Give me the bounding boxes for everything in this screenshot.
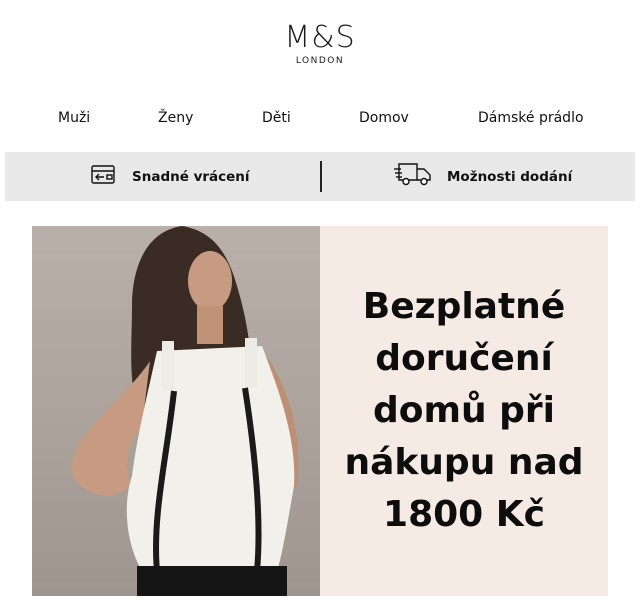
hero-headline: Bezplatné doručení domů při nákupu nad 1… (324, 281, 604, 541)
nav-item-damske-pradlo[interactable]: Dámské prádlo (478, 110, 584, 126)
hero-headline-line: nákupu nad (344, 442, 584, 483)
main-nav: Muži Ženy Děti Domov Dámské prádlo (0, 110, 640, 130)
nav-item-domov[interactable]: Domov (359, 110, 409, 126)
nav-item-deti[interactable]: Děti (262, 110, 291, 126)
service-divider (320, 161, 322, 192)
hero-headline-line: 1800 Kč (383, 494, 545, 535)
brand-logo[interactable]: M&S LONDON (0, 20, 640, 67)
hero-image (32, 226, 320, 596)
hero-banner[interactable]: Bezplatné doručení domů při nákupu nad 1… (32, 226, 608, 596)
nav-item-zeny[interactable]: Ženy (158, 110, 193, 126)
delivery-options-label: Možnosti dodání (447, 168, 573, 185)
logo-mark: M&S (284, 20, 356, 55)
easy-returns-link[interactable]: Snadné vrácení (90, 152, 250, 201)
delivery-options-link[interactable]: Možnosti dodání (393, 152, 572, 201)
return-box-icon (90, 162, 118, 191)
service-bar: Snadné vrácení Možnosti dodání (5, 152, 635, 201)
hero-headline-line: Bezplatné (362, 286, 566, 327)
nav-item-muzi[interactable]: Muži (58, 110, 90, 126)
hero-headline-line: doručení (375, 338, 553, 379)
logo-subtext: LONDON (295, 56, 345, 66)
hero-text-panel: Bezplatné doručení domů při nákupu nad 1… (320, 226, 608, 596)
woman-white-top-photo (71, 226, 299, 596)
hero-headline-line: domů při (372, 390, 556, 431)
delivery-truck-icon (393, 161, 433, 192)
easy-returns-label: Snadné vrácení (132, 168, 250, 185)
